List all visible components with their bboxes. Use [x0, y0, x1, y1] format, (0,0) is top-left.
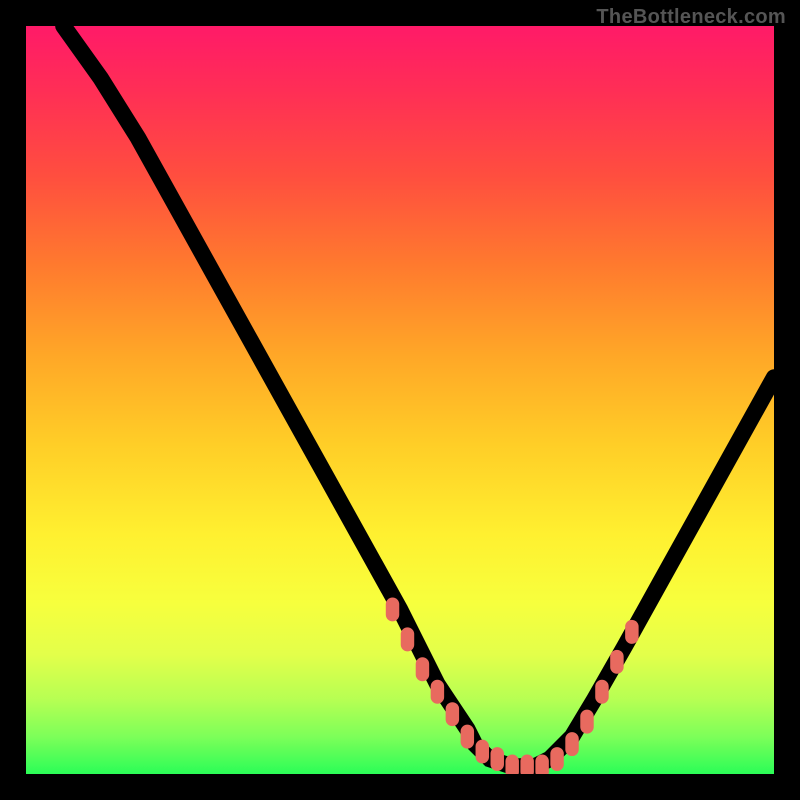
marker-dot	[595, 680, 608, 704]
marker-dot	[416, 657, 429, 681]
marker-dot	[491, 747, 504, 771]
curve-svg	[26, 26, 774, 774]
marker-dot	[610, 650, 623, 674]
marker-group	[386, 597, 639, 774]
bottleneck-curve	[63, 26, 774, 767]
marker-dot	[431, 680, 444, 704]
marker-dot	[461, 725, 474, 749]
marker-dot	[446, 702, 459, 726]
marker-dot	[386, 597, 399, 621]
marker-dot	[476, 740, 489, 764]
marker-dot	[535, 755, 548, 774]
marker-dot	[401, 627, 414, 651]
plot-area	[26, 26, 774, 774]
chart-frame: TheBottleneck.com	[0, 0, 800, 800]
marker-dot	[550, 747, 563, 771]
marker-dot	[625, 620, 638, 644]
watermark-text: TheBottleneck.com	[596, 6, 786, 29]
marker-dot	[505, 755, 518, 774]
marker-dot	[565, 732, 578, 756]
marker-dot	[580, 710, 593, 734]
marker-dot	[520, 755, 533, 774]
